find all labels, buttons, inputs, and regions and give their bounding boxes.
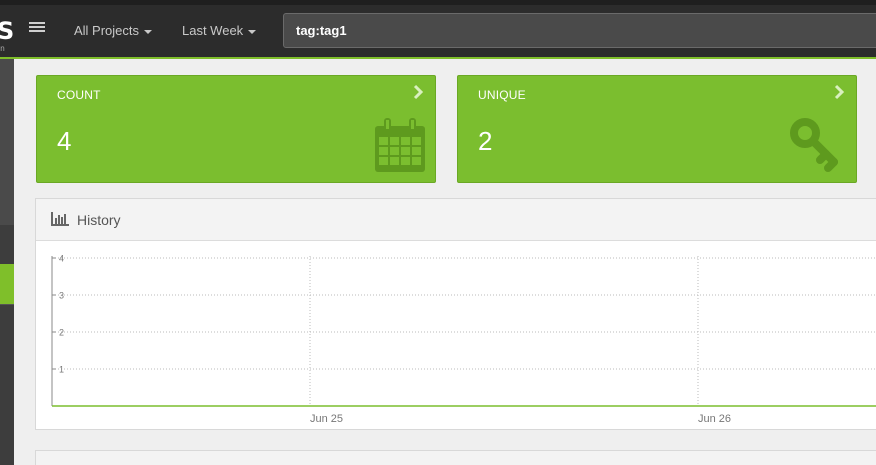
logo-tagline: ion (0, 44, 5, 53)
calendar-icon (375, 118, 425, 172)
date-range-label: Last Week (182, 23, 244, 38)
y-tick-label: 3 (59, 291, 64, 301)
y-tick-label: 1 (59, 365, 64, 375)
x-tick-label: Jun 25 (310, 413, 343, 425)
count-card[interactable]: COUNT 4 (36, 75, 436, 183)
history-chart: 1 2 3 4 Jun 25 Jun 26 (51, 254, 876, 425)
top-navbar: S ion All Projects Last Week (0, 0, 876, 59)
bar-chart-icon (51, 212, 69, 226)
y-tick-label: 4 (59, 254, 64, 264)
count-label: COUNT (57, 88, 101, 102)
caret-down-icon (144, 29, 153, 34)
unique-value: 2 (478, 126, 493, 156)
unique-label: UNIQUE (478, 88, 526, 102)
projects-dropdown-label: All Projects (74, 23, 140, 38)
key-icon (790, 118, 838, 172)
history-panel: History 1 2 3 4 Jun 25 Jun 26 (35, 198, 876, 430)
sidebar-divider (0, 304, 14, 305)
secondary-panel (35, 450, 876, 465)
history-header: History (36, 199, 876, 241)
chevron-right-icon[interactable] (411, 84, 425, 100)
unique-card[interactable]: UNIQUE 2 (457, 75, 857, 183)
history-title: History (77, 212, 121, 228)
date-range-dropdown[interactable]: Last Week (182, 22, 257, 40)
caret-down-icon (248, 29, 257, 34)
x-tick-label: Jun 26 (698, 413, 731, 425)
count-value: 4 (57, 126, 72, 156)
search-input[interactable] (283, 13, 876, 48)
projects-dropdown[interactable]: All Projects (74, 22, 153, 40)
y-tick-label: 2 (59, 328, 64, 338)
app-logo[interactable]: S ion (0, 16, 16, 56)
logo-letter: S (0, 17, 15, 45)
menu-toggle-icon[interactable] (29, 22, 45, 38)
sidebar-item-active[interactable] (0, 264, 14, 304)
chevron-right-icon[interactable] (832, 84, 846, 100)
sidebar-section (0, 59, 14, 225)
sidebar (0, 59, 14, 465)
